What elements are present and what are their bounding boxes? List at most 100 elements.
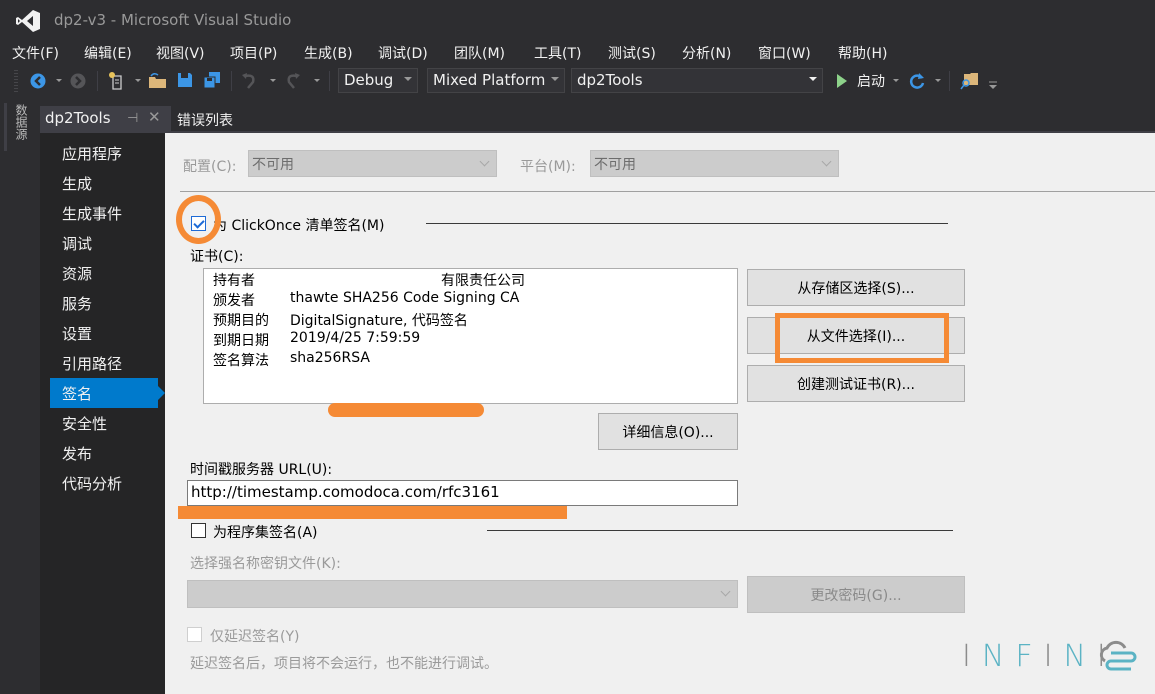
watermark-letter: N	[1063, 639, 1097, 674]
nav-item-reference-paths[interactable]: 引用路径	[50, 348, 158, 378]
timestamp-url-input[interactable]: http://timestamp.comodoca.com/rfc3161	[187, 480, 738, 506]
cert-value: sha256RSA	[290, 350, 370, 366]
menu-debug[interactable]: 调试(D)	[378, 43, 428, 63]
configuration-value: Debug	[344, 71, 394, 89]
menu-help[interactable]: 帮助(H)	[838, 43, 887, 63]
active-nav-pointer	[158, 386, 165, 400]
chevron-down-icon	[551, 77, 559, 81]
menu-team[interactable]: 团队(M)	[454, 43, 505, 63]
nav-item-resources[interactable]: 资源	[50, 258, 158, 288]
start-icon[interactable]	[836, 73, 848, 89]
nav-item-debug[interactable]: 调试	[50, 228, 158, 258]
platform-value: Mixed Platform	[433, 71, 546, 89]
menu-file[interactable]: 文件(F)	[12, 43, 59, 63]
watermark-text: INFINI	[962, 639, 1117, 674]
create-test-certificate-button[interactable]: 创建测试证书(R)...	[747, 365, 965, 402]
sign-assembly-checkbox[interactable]	[191, 523, 206, 538]
menu-analyze[interactable]: 分析(N)	[682, 43, 731, 63]
tab-dp2tools-label: dp2Tools	[45, 109, 111, 127]
menu-tools[interactable]: 工具(T)	[534, 43, 581, 63]
chevron-down-icon	[720, 586, 731, 597]
menu-window[interactable]: 窗口(W)	[758, 43, 811, 63]
watermark-letter: I	[1043, 639, 1064, 674]
toolbar-separator	[231, 71, 232, 91]
toolbar-overflow-icon[interactable]	[988, 81, 998, 91]
save-icon[interactable]	[177, 72, 193, 88]
menu-view[interactable]: 视图(V)	[156, 43, 205, 63]
start-button-label[interactable]: 启动	[857, 71, 885, 91]
property-nav: 应用程序 生成 生成事件 调试 资源 服务 设置 引用路径 签名 安全性 发布 …	[40, 133, 165, 694]
nav-item-security[interactable]: 安全性	[50, 408, 158, 438]
signing-page: 配置(C): 不可用 平台(M): 不可用 为 ClickOnce 清单签名(M…	[165, 133, 1155, 694]
nav-item-signing[interactable]: 签名	[50, 378, 158, 408]
cert-value: DigitalSignature, 代码签名	[290, 313, 468, 329]
cert-key: 签名算法	[213, 353, 269, 369]
pin-icon[interactable]: ⊣	[127, 111, 138, 126]
startup-project-value: dp2Tools	[577, 71, 643, 89]
annotation-circle	[176, 195, 221, 244]
find-in-files-icon[interactable]	[960, 71, 979, 90]
menu-project[interactable]: 项目(P)	[230, 43, 277, 63]
platform-dropdown[interactable]: Mixed Platform	[427, 68, 565, 93]
nav-item-services[interactable]: 服务	[50, 288, 158, 318]
nav-item-build[interactable]: 生成	[50, 168, 158, 198]
datasource-tab[interactable]: 数据源	[10, 104, 30, 140]
watermark-letter: I	[962, 639, 982, 674]
refresh-dropdown-icon[interactable]	[935, 79, 941, 82]
redo-icon[interactable]	[284, 72, 302, 90]
delay-sign-note: 延迟签名后，项目将不会运行，也不能进行调试。	[190, 656, 498, 672]
startup-project-dropdown[interactable]: dp2Tools	[571, 68, 823, 93]
back-icon[interactable]	[30, 73, 46, 89]
undo-icon[interactable]	[240, 72, 258, 90]
nav-item-build-events[interactable]: 生成事件	[50, 198, 158, 228]
save-all-icon[interactable]	[203, 71, 221, 89]
chevron-down-icon	[479, 156, 490, 167]
undo-dropdown-icon[interactable]	[270, 79, 276, 82]
more-details-button[interactable]: 详细信息(O)...	[598, 413, 738, 450]
section-divider	[426, 223, 948, 224]
back-dropdown-icon[interactable]	[56, 79, 62, 82]
cert-value: 2019/4/25 7:59:59	[290, 330, 421, 346]
datasource-tab-marker	[4, 103, 7, 151]
watermark-letter: N	[981, 639, 1016, 674]
visual-studio-logo-icon	[16, 10, 40, 32]
config-label: 配置(C):	[183, 159, 237, 175]
section-divider	[487, 530, 953, 531]
nav-item-settings[interactable]: 设置	[50, 318, 158, 348]
timestamp-url-label: 时间戳服务器 URL(U):	[190, 462, 333, 478]
chevron-down-icon	[821, 156, 832, 167]
redo-dropdown-icon[interactable]	[314, 79, 320, 82]
delay-sign-checkbox	[187, 627, 202, 642]
start-dropdown-icon[interactable]	[893, 79, 899, 82]
forward-icon[interactable]	[70, 73, 86, 89]
left-tool-strip	[0, 96, 36, 694]
menu-edit[interactable]: 编辑(E)	[84, 43, 132, 63]
open-folder-icon[interactable]	[148, 72, 167, 89]
window-title: dp2-v3 - Microsoft Visual Studio	[54, 11, 292, 29]
toolbar-grip[interactable]	[14, 70, 18, 92]
new-project-icon[interactable]	[108, 71, 126, 90]
tab-error-list[interactable]: 错误列表	[177, 110, 233, 130]
cert-key: 到期日期	[213, 333, 269, 349]
refresh-icon[interactable]	[909, 72, 926, 90]
cert-key: 预期目的	[213, 313, 269, 329]
sign-assembly-label: 为程序集签名(A)	[213, 525, 318, 541]
menu-build[interactable]: 生成(B)	[304, 43, 353, 63]
nav-item-publish[interactable]: 发布	[50, 438, 158, 468]
cert-value: 有限责任公司	[441, 273, 525, 289]
change-password-button: 更改密码(G)...	[747, 576, 965, 613]
configuration-dropdown[interactable]: Debug	[338, 68, 418, 93]
certificate-label: 证书(C):	[190, 249, 244, 265]
key-file-select	[187, 580, 738, 608]
cloud-logo-icon	[1099, 640, 1137, 671]
nav-item-code-analysis[interactable]: 代码分析	[50, 468, 158, 498]
cert-key: 颁发者	[213, 293, 255, 309]
select-from-store-button[interactable]: 从存储区选择(S)...	[747, 269, 965, 306]
new-project-dropdown-icon[interactable]	[135, 79, 141, 82]
menu-bar: 文件(F) 编辑(E) 视图(V) 项目(P) 生成(B) 调试(D) 团队(M…	[0, 40, 1155, 64]
menu-test[interactable]: 测试(S)	[608, 43, 656, 63]
redaction-mark	[328, 403, 484, 417]
close-icon[interactable]: ✕	[148, 108, 161, 126]
nav-item-application[interactable]: 应用程序	[50, 138, 158, 168]
cert-key: 持有者	[213, 273, 255, 289]
